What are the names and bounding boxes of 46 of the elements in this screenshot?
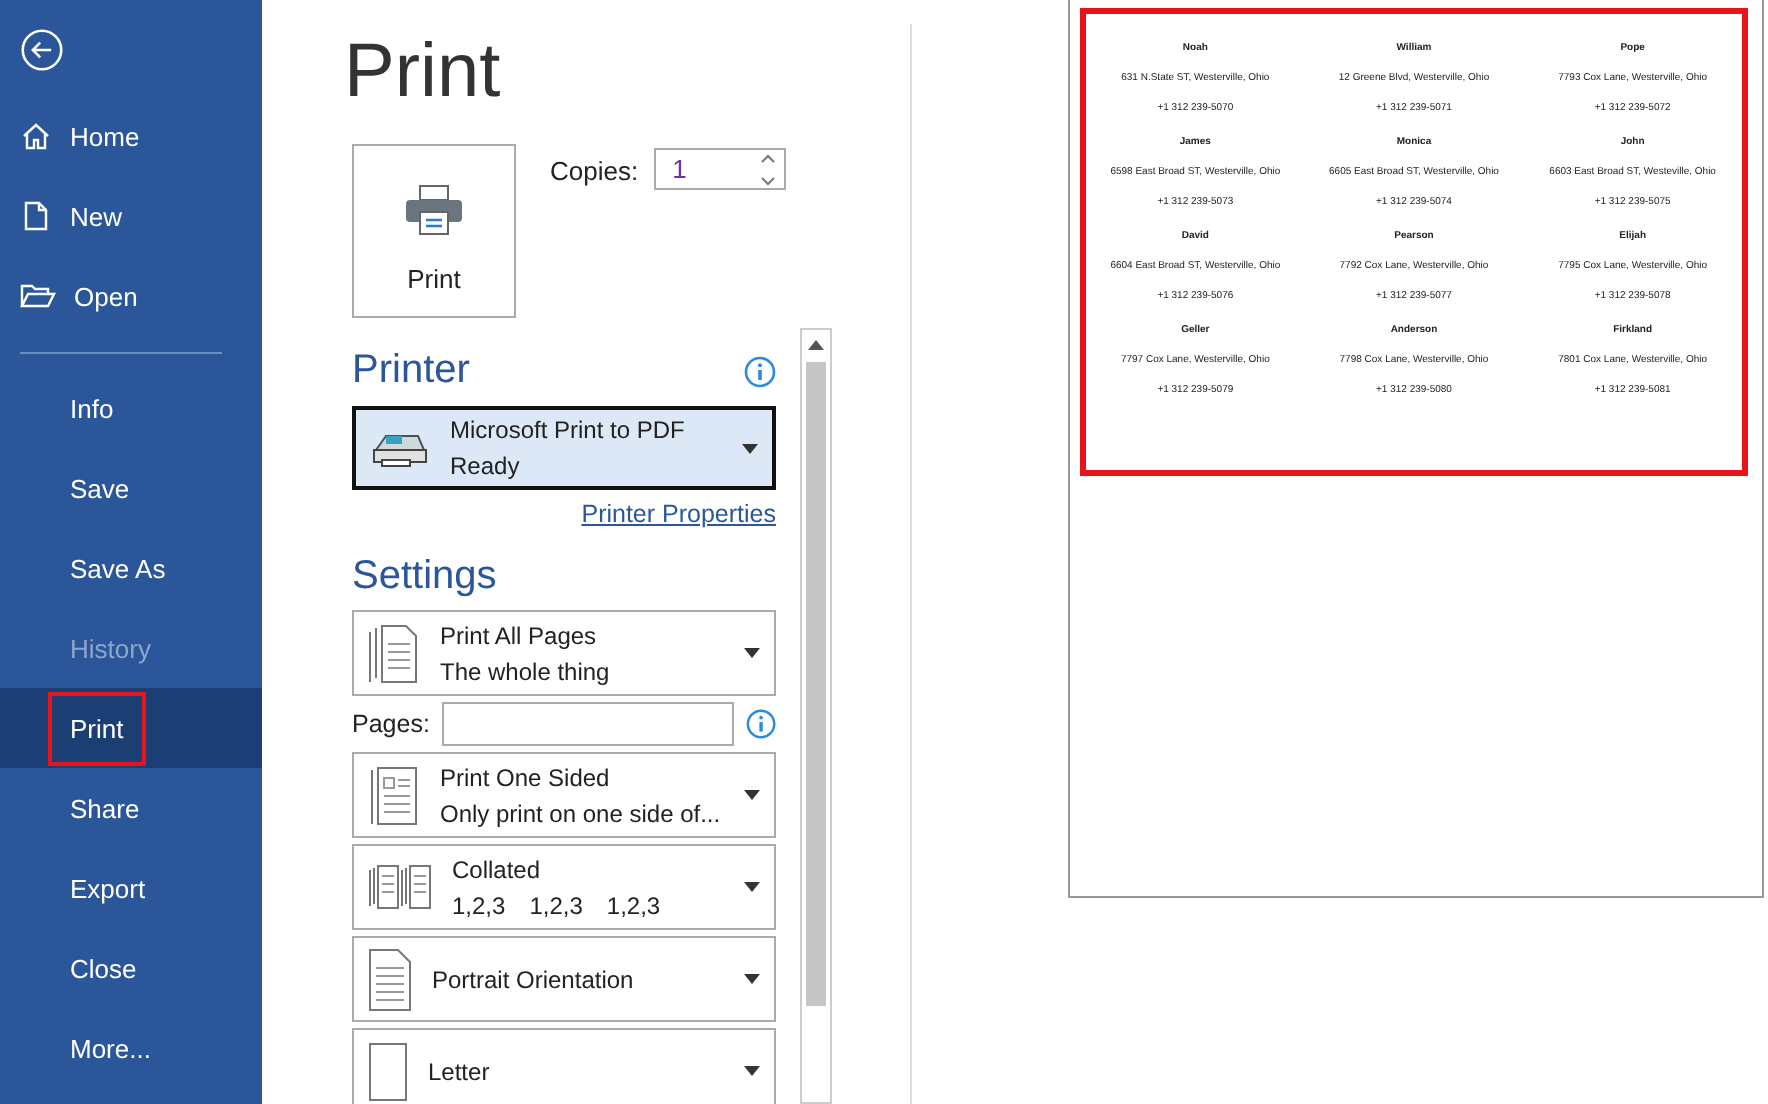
portrait-page-icon xyxy=(368,947,412,1011)
scroll-up-icon[interactable] xyxy=(808,340,824,350)
sidebar-item[interactable]: New xyxy=(0,176,262,256)
caret-icon xyxy=(744,882,760,892)
caret-icon xyxy=(742,443,758,453)
printer-heading: Printer xyxy=(352,348,470,394)
settings-dropdown[interactable]: Portrait Orientation xyxy=(352,936,776,1022)
scrollbar-thumb[interactable] xyxy=(806,362,826,1006)
caret-icon xyxy=(744,974,760,984)
sidebar-item[interactable]: More... xyxy=(0,1008,262,1088)
sidebar-item[interactable]: Close xyxy=(0,928,262,1008)
page-title: Print xyxy=(344,28,501,118)
page-icon xyxy=(368,765,420,825)
sidebar-item[interactable]: Save xyxy=(0,448,262,528)
scrollbar[interactable] xyxy=(800,328,832,1104)
sidebar-item[interactable]: Info xyxy=(0,368,262,448)
settings-dropdown[interactable]: Print All Pages The whole thing xyxy=(352,610,776,696)
caret-icon xyxy=(744,648,760,658)
caret-icon xyxy=(744,790,760,800)
sidebar-item[interactable]: Save As xyxy=(0,528,262,608)
document-icon xyxy=(20,200,52,232)
print-button[interactable]: Print xyxy=(352,144,516,318)
settings-dropdown[interactable]: Print One Sided Only print on one side of... xyxy=(352,752,776,838)
pages-input-field[interactable] xyxy=(441,702,734,746)
selected-sidebar-item[interactable]: Print xyxy=(0,688,262,768)
pages-label: Pages: xyxy=(352,710,430,738)
settings-dropdown[interactable]: Letter xyxy=(352,1028,776,1104)
folder-icon xyxy=(20,280,56,312)
home-icon xyxy=(20,120,52,152)
info-icon[interactable] xyxy=(745,708,776,740)
sidebar-item[interactable]: Home xyxy=(0,96,262,176)
settings-dropdown[interactable]: Collated 1,2,3 1,2,3 1,2,3 xyxy=(352,844,776,930)
sidebar-item[interactable]: Export xyxy=(0,848,262,928)
caret-icon xyxy=(744,1066,760,1076)
sidebar-item[interactable]: Open xyxy=(0,256,262,336)
copies-spinner[interactable]: 1 xyxy=(654,148,787,190)
collated-pages-icon xyxy=(368,863,432,911)
copies-label: Copies: xyxy=(550,156,639,186)
printer-dropdown[interactable]: Microsoft Print to PDF Ready xyxy=(352,406,776,490)
pages-stack-icon xyxy=(368,623,420,683)
printer-icon xyxy=(404,184,464,236)
sidebar-item[interactable]: Share xyxy=(0,768,262,848)
settings-heading: Settings xyxy=(352,554,499,600)
printer-properties-link[interactable]: Printer Properties xyxy=(581,500,776,528)
spinner-arrows-icon xyxy=(760,151,777,187)
info-icon[interactable] xyxy=(744,355,776,387)
